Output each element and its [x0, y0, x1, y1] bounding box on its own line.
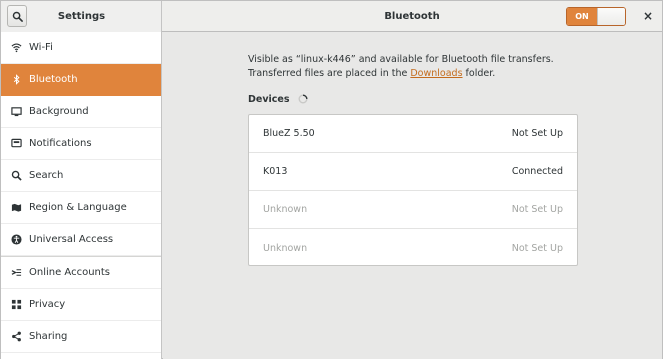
device-name: Unknown: [263, 242, 308, 254]
region-icon: [10, 202, 22, 214]
sidebar-item-label: Privacy: [29, 299, 66, 310]
background-icon: [10, 106, 22, 118]
sidebar-item-sharing[interactable]: Sharing: [1, 321, 161, 353]
sidebar-item-label: Background: [29, 106, 89, 117]
universal-access-icon: [10, 234, 22, 246]
sidebar: Wi-Fi Bluetooth Background Notifications: [1, 32, 162, 359]
spinner-icon: [298, 94, 308, 104]
sidebar-item-label: Online Accounts: [29, 267, 111, 278]
visibility-description: Visible as “linux-k446” and available fo…: [248, 53, 593, 81]
search-button[interactable]: [7, 5, 27, 27]
sidebar-item-universal-access[interactable]: Universal Access: [1, 224, 161, 256]
sidebar-item-wifi[interactable]: Wi-Fi: [1, 32, 161, 64]
device-status: Connected: [511, 166, 563, 177]
downloads-link[interactable]: Downloads: [410, 68, 462, 79]
sidebar-item-label: Search: [29, 170, 64, 181]
sidebar-item-label: Universal Access: [29, 234, 114, 245]
close-icon: ×: [642, 9, 654, 23]
sidebar-item-label: Sharing: [29, 331, 68, 342]
app-title: Settings: [57, 11, 106, 22]
devices-label: Devices: [248, 93, 290, 105]
sidebar-item-region-language[interactable]: Region & Language: [1, 192, 161, 224]
bluetooth-panel: Visible as “linux-k446” and available fo…: [163, 32, 662, 359]
notifications-icon: [10, 138, 22, 150]
sidebar-item-notifications[interactable]: Notifications: [1, 128, 161, 160]
search-icon: [12, 11, 23, 22]
device-row[interactable]: Unknown Not Set Up: [249, 229, 577, 267]
device-status: Not Set Up: [511, 128, 563, 139]
sidebar-item-label: Notifications: [29, 138, 92, 149]
sidebar-item-label: Region & Language: [29, 202, 127, 213]
description-text: Visible as “linux-k446” and available fo…: [248, 54, 554, 79]
online-accounts-icon: [10, 267, 22, 279]
search-icon: [10, 170, 22, 182]
bluetooth-toggle[interactable]: ON: [566, 7, 626, 26]
description-text-end: folder.: [462, 68, 496, 79]
device-status: Not Set Up: [511, 204, 563, 215]
header-bar: Settings Bluetooth ON ×: [1, 1, 662, 32]
settings-window: Settings Bluetooth ON × Wi-Fi Bluetooth: [0, 0, 663, 359]
close-button[interactable]: ×: [639, 7, 657, 25]
wifi-icon: [10, 42, 22, 54]
device-name: K013: [263, 166, 288, 177]
device-status: Not Set Up: [511, 242, 563, 254]
device-row[interactable]: BlueZ 5.50 Not Set Up: [249, 115, 577, 153]
sidebar-item-search[interactable]: Search: [1, 160, 161, 192]
sidebar-item-online-accounts[interactable]: Online Accounts: [1, 257, 161, 289]
sidebar-item-label: Wi-Fi: [29, 42, 53, 53]
devices-list: BlueZ 5.50 Not Set Up K013 Connected Unk…: [248, 114, 578, 266]
device-name: BlueZ 5.50: [263, 128, 315, 139]
device-row[interactable]: K013 Connected: [249, 153, 577, 191]
toggle-on-label: ON: [567, 8, 597, 25]
privacy-icon: [10, 299, 22, 311]
sharing-icon: [10, 331, 22, 343]
sidebar-item-background[interactable]: Background: [1, 96, 161, 128]
device-name: Unknown: [263, 204, 308, 215]
sidebar-item-privacy[interactable]: Privacy: [1, 289, 161, 321]
toggle-knob[interactable]: [597, 8, 625, 25]
device-row[interactable]: Unknown Not Set Up: [249, 191, 577, 229]
header-left-pane: Settings: [1, 1, 162, 32]
sidebar-item-bluetooth[interactable]: Bluetooth: [1, 64, 161, 96]
bluetooth-icon: [10, 74, 22, 86]
devices-header: Devices: [248, 92, 308, 106]
sidebar-item-label: Bluetooth: [29, 74, 78, 85]
